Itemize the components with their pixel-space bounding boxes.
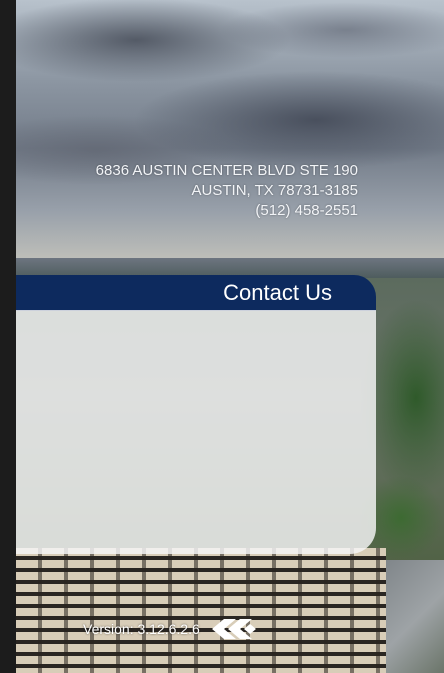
office-address: 6836 AUSTIN CENTER BLVD STE 190 AUSTIN, … bbox=[96, 161, 358, 221]
chevron-logo-icon bbox=[211, 619, 256, 639]
version-label: Version: 3.12.6.2.6 bbox=[83, 621, 200, 637]
footer: Version: 3.12.6.2.6 bbox=[83, 617, 258, 641]
contact-us-header[interactable]: Contact Us bbox=[16, 275, 376, 311]
contact-panel bbox=[16, 310, 376, 554]
sky-area bbox=[16, 0, 444, 270]
contact-us-title: Contact Us bbox=[223, 280, 332, 305]
address-line-street: 6836 AUSTIN CENTER BLVD STE 190 bbox=[95, 162, 358, 179]
address-line-city: AUSTIN, TX 78731-3185 bbox=[191, 182, 358, 199]
address-phone[interactable]: (512) 458-2551 bbox=[96, 201, 358, 221]
building-facade bbox=[16, 548, 386, 673]
highway-area bbox=[376, 560, 444, 673]
left-edge-rail bbox=[0, 0, 16, 673]
